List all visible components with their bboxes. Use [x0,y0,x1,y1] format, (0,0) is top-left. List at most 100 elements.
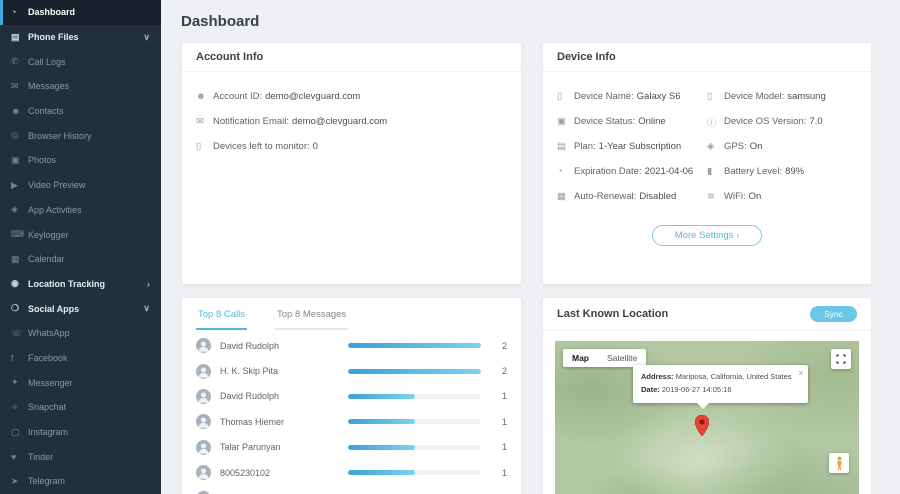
sidebar-item-photos[interactable]: ▣ Photos [0,148,161,173]
call-row[interactable]: Talar Parunyan 1 [196,435,507,460]
sidebar-item-location-tracking[interactable]: ◉ Location Tracking › [0,272,161,297]
location-title: Last Known Location [557,308,668,320]
contact-name: David Rudolph [220,341,348,351]
call-row[interactable] [196,485,507,494]
sidebar-nav: ◔ Dashboard ▤ Phone Files ∨ ✆ Call Logs … [0,0,161,494]
contact-name: Talar Parunyan [220,442,348,452]
contact-name: Thomas Hiemer [220,417,348,427]
app-window: ◔ Dashboard ▤ Phone Files ∨ ✆ Call Logs … [0,0,900,494]
info-value: Galaxy S6 [637,91,681,102]
sidebar-item-facebook[interactable]: f Facebook [0,346,161,371]
contact-name: David Rudolph [220,391,348,401]
info-label: GPS: [724,141,747,152]
sidebar-item-messages[interactable]: ✉ Messages [0,74,161,99]
call-row[interactable]: David Rudolph 2 [196,333,507,358]
app-activities-icon: ◈ [11,204,28,215]
photos-icon: ▣ [11,155,28,166]
device-icon: ▯ [557,91,574,102]
close-icon[interactable]: × [798,366,803,381]
call-row[interactable]: 8005230102 1 [196,460,507,485]
info-row: ✉ Notification Email: demo@clevguard.com [196,109,507,134]
sidebar-item-keylogger[interactable]: ⌨ Keylogger [0,222,161,247]
device-icon: ▯ [707,91,724,102]
sidebar-item-social-apps[interactable]: ❍ Social Apps ∨ [0,296,161,321]
call-row[interactable]: H. K. Skip Pita 2 [196,358,507,383]
sidebar-item-app-activities[interactable]: ◈ App Activities [0,198,161,223]
avatar [196,414,211,429]
avatar [196,338,211,353]
sidebar-item-tinder[interactable]: ♥ Tinder [0,444,161,469]
location-card: Last Known Location Sync Map Satellite ×… [542,297,872,494]
sidebar-item-dashboard[interactable]: ◔ Dashboard [0,0,161,25]
sidebar-item-phone-files[interactable]: ▤ Phone Files ∨ [0,25,161,50]
info-row: ▦ Auto-Renewal: Disabled [557,184,707,209]
info-value: samsung [787,91,826,102]
info-window-date-line: Date: 2019-06-27 14:05:16 [641,384,792,397]
call-count-bar [348,369,481,374]
sidebar-item-label: App Activities [28,205,146,215]
info-label: Battery Level: [724,166,782,177]
sidebar-item-video-preview[interactable]: ▶ Video Preview [0,173,161,198]
calendar-icon: ▦ [11,254,28,265]
info-row: ⓘ Device OS Version: 7.0 [707,109,857,134]
call-logs-icon: ✆ [11,56,28,67]
sidebar-item-contacts[interactable]: ☻ Contacts [0,99,161,124]
sidebar-item-label: Facebook [28,353,146,363]
activity-tabs: Top 8 Calls Top 8 Messages [182,298,521,330]
info-label: Device OS Version: [724,116,806,127]
info-icon: ⓘ [707,115,724,129]
info-row: ◔ Expiration Date: 2021-04-06 [557,159,707,184]
sidebar-item-instagram[interactable]: ▢ Instagram [0,420,161,445]
call-row[interactable]: David Rudolph 1 [196,384,507,409]
info-label: Device Name: [574,91,634,102]
fullscreen-button[interactable] [831,349,851,369]
sidebar-item-call-logs[interactable]: ✆ Call Logs [0,49,161,74]
sidebar-item-snapchat[interactable]: ✧ Snapchat [0,395,161,420]
call-row[interactable]: Thomas Hiemer 1 [196,409,507,434]
dashboard-grid: Account Info ☻ Account ID: demo@clevguar… [181,42,872,494]
pegman-button[interactable] [829,453,849,473]
sidebar-item-label: Telegram [28,476,146,486]
gps-icon: ◈ [707,141,724,152]
sidebar-item-messenger[interactable]: ✦ Messenger [0,370,161,395]
sidebar-item-telegram[interactable]: ➤ Telegram [0,469,161,494]
contact-name: 8005230102 [220,468,348,478]
tab-top-8-calls[interactable]: Top 8 Calls [196,298,247,330]
sidebar-item-calendar[interactable]: ▦ Calendar [0,247,161,272]
info-row: ▯ Device Model: samsung [707,84,857,109]
map-marker-icon[interactable] [695,415,709,436]
account-info-header: Account Info [182,43,521,72]
call-count: 1 [495,442,507,452]
map-canvas[interactable]: Map Satellite × Address: Mariposa, Calif… [555,341,859,494]
sidebar-item-label: Keylogger [28,230,146,240]
device-info-title: Device Info [557,51,616,63]
sidebar-item-browser-history[interactable]: ◎ Browser History [0,123,161,148]
more-settings-button[interactable]: More Settings › [652,225,762,246]
contact-name: H. K. Skip Pita [220,366,348,376]
page-title: Dashboard [181,12,872,32]
tab-top-8-messages[interactable]: Top 8 Messages [275,298,348,330]
sidebar-item-whatsapp[interactable]: ☏ WhatsApp [0,321,161,346]
dashboard-icon: ◔ [11,7,28,17]
chevron-icon: ∨ [143,32,150,43]
clock-icon: ◔ [557,166,574,177]
device-info-card: Device Info ▯ Device Name: Galaxy S6 ▣ D… [542,42,872,285]
info-label: Auto-Renewal: [574,191,636,202]
info-value: Online [638,116,665,127]
social-apps-icon: ❍ [11,303,28,314]
info-value: 0 [313,141,318,152]
sidebar-item-label: Instagram [28,427,146,437]
info-value: demo@clevguard.com [292,116,387,127]
info-value: 2021-04-06 [645,166,694,177]
info-value: On [749,191,762,202]
map-type-map-button[interactable]: Map [563,349,598,367]
renewal-icon: ▦ [557,191,574,202]
sync-button[interactable]: Sync [810,306,857,322]
chevron-icon: › [147,279,150,289]
account-info-card: Account Info ☻ Account ID: demo@clevguar… [181,42,522,285]
main-content: Dashboard Account Info ☻ Account ID: dem… [161,0,900,494]
info-row: ▯ Device Name: Galaxy S6 [557,84,707,109]
snapchat-icon: ✧ [11,402,28,413]
info-value: 7.0 [809,116,822,127]
contacts-icon: ☻ [11,106,28,116]
